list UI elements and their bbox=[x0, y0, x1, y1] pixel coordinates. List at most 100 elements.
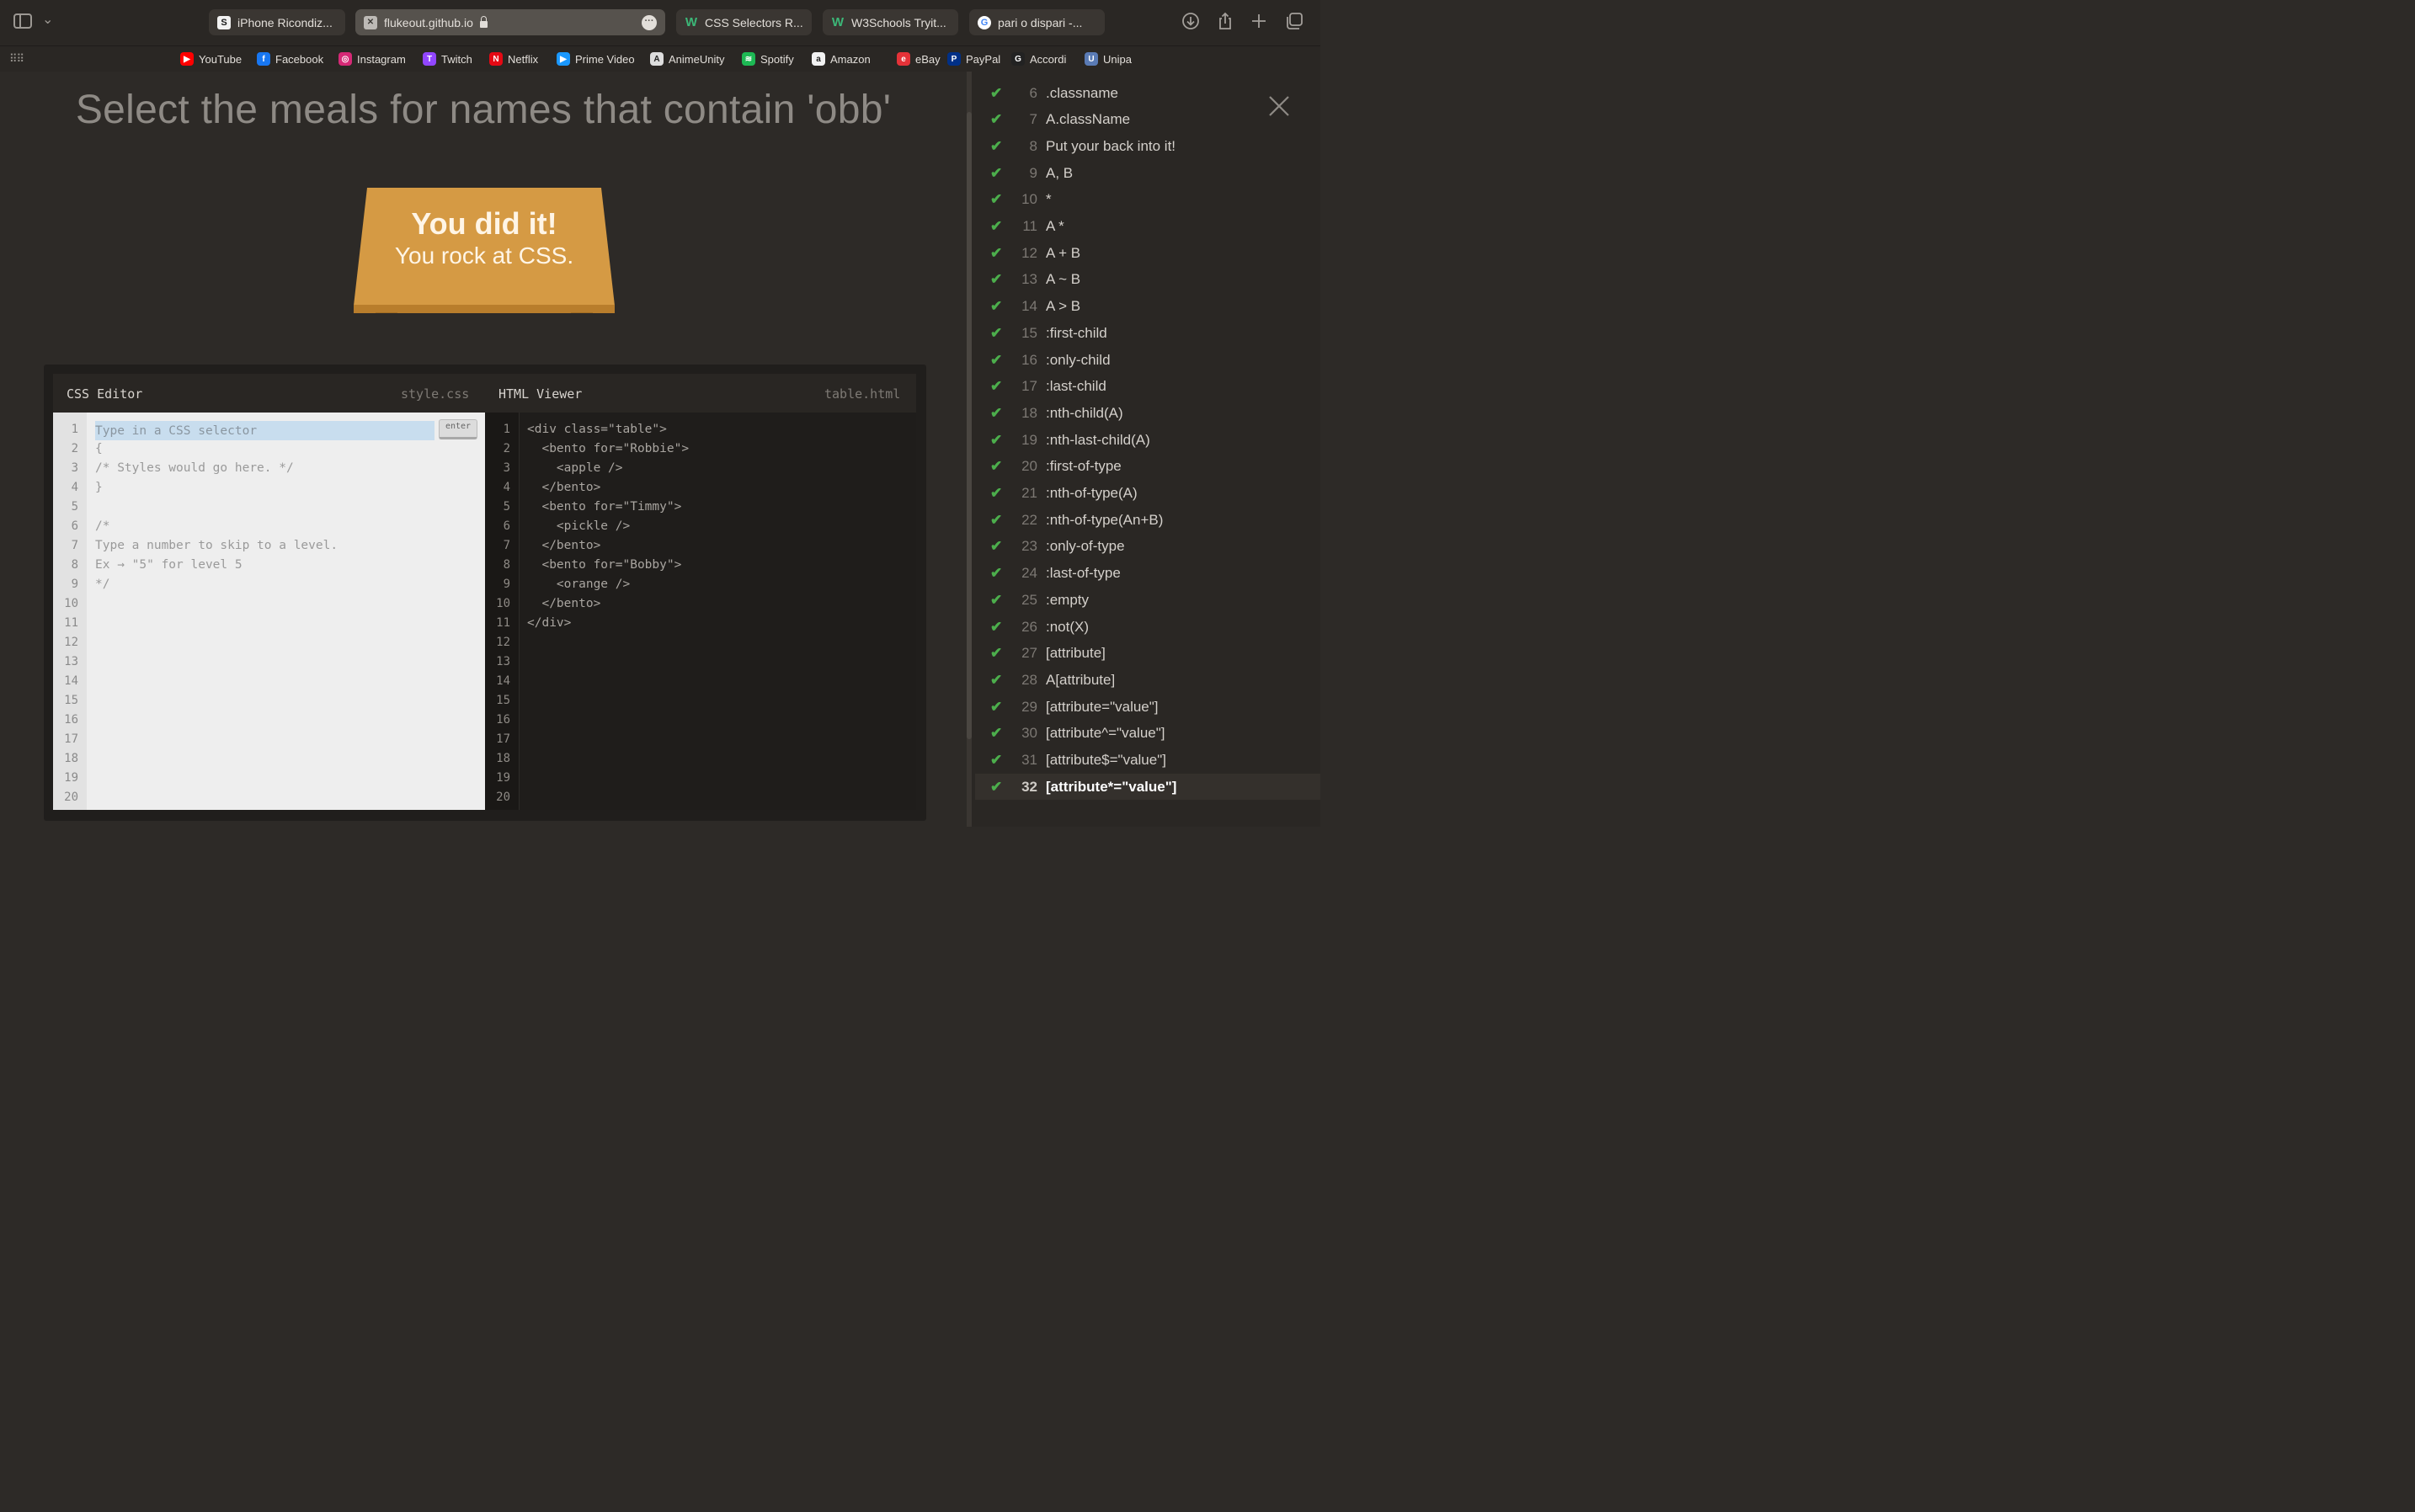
line-number: 15 bbox=[496, 694, 510, 707]
level-number: 17 bbox=[1021, 378, 1037, 395]
bookmark-label: Accordi bbox=[1030, 52, 1067, 66]
level-item[interactable]: ✔ 11 A * bbox=[975, 214, 1320, 240]
css-code-line: /* Styles would go here. */ bbox=[95, 461, 294, 475]
level-item[interactable]: ✔ 15:first-child bbox=[975, 320, 1320, 346]
bookmark-facebook[interactable]: f Facebook bbox=[257, 51, 323, 67]
level-item[interactable]: ✔ 12 A + B bbox=[975, 240, 1320, 266]
css-file-name: style.css bbox=[401, 386, 470, 402]
level-item[interactable]: ✔ 16:only-child bbox=[975, 347, 1320, 373]
level-label: A + B bbox=[1046, 244, 1081, 261]
level-item[interactable]: ✔ 25:empty bbox=[975, 587, 1320, 613]
level-label: A, B bbox=[1046, 164, 1074, 181]
bookmark-animeunity[interactable]: A AnimeUnity bbox=[650, 51, 724, 67]
bookmark-label: PayPal bbox=[966, 52, 1001, 66]
level-item[interactable]: ✔ 27 [attribute] bbox=[975, 641, 1320, 667]
bookmark-amazon[interactable]: a Amazon bbox=[812, 51, 871, 67]
sidebar-toggle-icon[interactable] bbox=[13, 13, 32, 29]
level-item[interactable]: ✔ 21:nth-of-type(A) bbox=[975, 481, 1320, 507]
bookmark-accordi[interactable]: G Accordi bbox=[1011, 51, 1066, 67]
css-code-line: Ex → "5" for level 5 bbox=[95, 558, 243, 572]
tab-flukeout[interactable]: ✕ flukeout.github.io ··· bbox=[355, 9, 665, 35]
line-number: 12 bbox=[64, 636, 78, 649]
level-item[interactable]: ✔ 13 A ~ B bbox=[975, 267, 1320, 293]
ebay-icon: e bbox=[897, 52, 910, 66]
level-number: 18 bbox=[1021, 404, 1037, 421]
level-label: :only-of-type bbox=[1046, 538, 1125, 555]
level-item[interactable]: ✔ 19:nth-last-child(A) bbox=[975, 427, 1320, 453]
w3-favicon-icon: W bbox=[685, 15, 698, 29]
checkmark-icon: ✔ bbox=[990, 191, 1003, 208]
line-number: 3 bbox=[503, 461, 510, 475]
bookmark-label: Facebook bbox=[275, 52, 324, 66]
line-number: 2 bbox=[503, 442, 510, 455]
level-item[interactable]: ✔ 31 [attribute$="value"] bbox=[975, 748, 1320, 774]
bookmark-twitch[interactable]: T Twitch bbox=[423, 51, 472, 67]
bookmark-label: AnimeUnity bbox=[669, 52, 725, 66]
level-item[interactable]: ✔ 18:nth-child(A) bbox=[975, 400, 1320, 426]
new-tab-icon[interactable] bbox=[1250, 12, 1268, 30]
level-number: 23 bbox=[1021, 538, 1037, 555]
level-label: [attribute] bbox=[1046, 645, 1106, 662]
more-icon[interactable]: ··· bbox=[642, 15, 657, 30]
level-item[interactable]: ✔ 8 Put your back into it! bbox=[975, 133, 1320, 159]
scrollbar-thumb[interactable] bbox=[967, 112, 972, 739]
level-number: 28 bbox=[1021, 671, 1037, 688]
level-item[interactable]: ✔ 14 A > B bbox=[975, 294, 1320, 320]
html-code-line: <orange /> bbox=[527, 578, 631, 591]
level-label: A ~ B bbox=[1046, 271, 1081, 288]
bookmark-paypal[interactable]: P PayPal bbox=[947, 51, 1000, 67]
tab-css-selectors[interactable]: W CSS Selectors R... bbox=[676, 9, 812, 35]
bookmark-unipa[interactable]: U Unipa bbox=[1085, 51, 1132, 67]
bookmark-netflix[interactable]: N Netflix bbox=[489, 51, 538, 67]
tab-iphone[interactable]: S iPhone Ricondiz... bbox=[209, 9, 345, 35]
chevron-down-icon[interactable]: ⌄ bbox=[42, 11, 53, 28]
level-item[interactable]: ✔ 28 A[attribute] bbox=[975, 667, 1320, 693]
checkmark-icon: ✔ bbox=[990, 378, 1003, 395]
level-item[interactable]: ✔ 7 A.className bbox=[975, 107, 1320, 133]
level-label: :first-of-type bbox=[1046, 458, 1122, 475]
bookmark-spotify[interactable]: ≋ Spotify bbox=[742, 51, 794, 67]
grid-icon[interactable]: ⠿⠿ bbox=[9, 52, 24, 66]
level-number: 14 bbox=[1021, 298, 1037, 315]
level-item[interactable]: ✔ 22:nth-of-type(An+B) bbox=[975, 507, 1320, 533]
level-item[interactable]: ✔ 20:first-of-type bbox=[975, 454, 1320, 480]
line-number: 9 bbox=[503, 578, 510, 591]
level-item[interactable]: ✔ 32 [attribute*="value"] bbox=[975, 774, 1320, 801]
tab-w3schools[interactable]: W W3Schools Tryit... bbox=[823, 9, 958, 35]
tab-overview-icon[interactable] bbox=[1285, 12, 1303, 30]
spotify-icon: ≋ bbox=[742, 52, 755, 66]
level-item[interactable]: ✔ 24:last-of-type bbox=[975, 561, 1320, 587]
level-item[interactable]: ✔ 23:only-of-type bbox=[975, 534, 1320, 560]
bookmark-youtube[interactable]: ▶ YouTube bbox=[180, 51, 242, 67]
enter-button[interactable]: enter bbox=[439, 419, 477, 439]
tab-pari-dispari[interactable]: G pari o dispari -... bbox=[969, 9, 1105, 35]
win-subtitle: You rock at CSS. bbox=[394, 242, 574, 269]
share-icon[interactable] bbox=[1216, 12, 1234, 30]
bookmark-prime-video[interactable]: ▶ Prime Video bbox=[557, 51, 635, 67]
tab-label: iPhone Ricondiz... bbox=[237, 15, 333, 29]
download-icon[interactable] bbox=[1181, 12, 1200, 30]
html-code-line: <bento for="Timmy"> bbox=[527, 500, 682, 514]
level-item[interactable]: ✔ 17:last-child bbox=[975, 374, 1320, 400]
line-number: 4 bbox=[71, 481, 78, 494]
level-item[interactable]: ✔ 10 * bbox=[975, 187, 1320, 213]
checkmark-icon: ✔ bbox=[990, 404, 1003, 421]
level-item[interactable]: ✔ 26:not(X) bbox=[975, 614, 1320, 640]
tab-label: pari o dispari -... bbox=[998, 15, 1083, 29]
sidebar-scrollbar[interactable] bbox=[967, 72, 972, 827]
line-number: 10 bbox=[64, 597, 78, 610]
level-item[interactable]: ✔ 29 [attribute="value"] bbox=[975, 694, 1320, 720]
bookmark-ebay[interactable]: e eBay bbox=[897, 51, 941, 67]
checkmark-icon: ✔ bbox=[990, 137, 1003, 154]
css-selector-input[interactable] bbox=[95, 421, 434, 440]
line-number: 18 bbox=[64, 752, 78, 765]
bookmark-label: Twitch bbox=[441, 52, 472, 66]
level-item[interactable]: ✔ 30 [attribute^="value"] bbox=[975, 721, 1320, 747]
level-item[interactable]: ✔ 6 .classname bbox=[975, 80, 1320, 106]
level-number: 12 bbox=[1021, 244, 1037, 261]
level-item[interactable]: ✔ 9 A, B bbox=[975, 160, 1320, 186]
bookmark-instagram[interactable]: ◎ Instagram bbox=[339, 51, 406, 67]
checkmark-icon: ✔ bbox=[990, 271, 1003, 288]
level-label: A > B bbox=[1046, 298, 1081, 315]
html-file-name: table.html bbox=[824, 386, 901, 402]
